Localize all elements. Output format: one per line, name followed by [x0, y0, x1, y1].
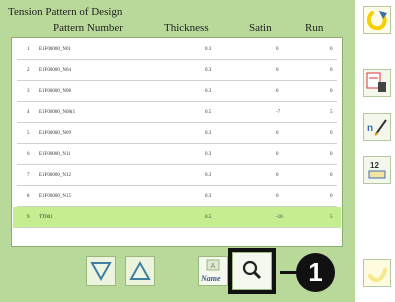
- scroll-down-button[interactable]: [86, 256, 116, 286]
- row-number: 8: [27, 194, 30, 199]
- column-header-thickness: Thickness: [164, 22, 209, 34]
- row-satin: 0: [276, 131, 279, 136]
- row-number: 4: [27, 110, 30, 115]
- row-number: 2: [27, 68, 30, 73]
- column-header-run: Run: [305, 22, 324, 34]
- size-icon: 12: [368, 161, 386, 179]
- row-thickness: 0.5: [205, 215, 212, 220]
- search-icon: [242, 260, 262, 280]
- scroll-up-button[interactable]: [125, 256, 155, 286]
- table-row[interactable]: 5 E1F00000_N09 0.3 0 0: [13, 123, 341, 144]
- table-row[interactable]: 7 E1F00000_N12 0.3 0 0: [13, 165, 341, 186]
- return-icon: [366, 11, 387, 31]
- search-button[interactable]: [232, 252, 272, 290]
- row-pattern-name: E1F00000_N08(1: [39, 110, 76, 115]
- row-divider: [17, 227, 337, 228]
- search-button-highlight[interactable]: [228, 248, 276, 294]
- row-number: 1: [27, 47, 30, 52]
- row-satin: -10: [276, 215, 283, 220]
- confirm-icon: [368, 268, 387, 282]
- callout-number: 1: [296, 253, 335, 292]
- table-row[interactable]: 2 E1F00000_N04 0.3 0 0: [13, 60, 341, 81]
- row-run: 0: [330, 173, 333, 178]
- svg-text:n: n: [367, 123, 373, 134]
- edit-button[interactable]: n: [363, 113, 391, 141]
- row-run: 0: [330, 68, 333, 73]
- row-pattern-name: E1F00000_N09: [39, 131, 71, 136]
- row-thickness: 0.5: [205, 110, 212, 115]
- row-number: 7: [27, 173, 30, 178]
- screen-title: Tension Pattern of Design: [8, 6, 123, 18]
- row-number: 6: [27, 152, 30, 157]
- table-row[interactable]: 6 E1F00000_N11 0.3 0 0: [13, 144, 341, 165]
- size-button[interactable]: 12: [363, 156, 391, 184]
- row-satin: -7: [276, 110, 281, 115]
- table-row[interactable]: 4 E1F00000_N08(1 0.5 -7 5: [13, 102, 341, 123]
- delete-icon: [366, 72, 386, 92]
- row-satin: 0: [276, 89, 279, 94]
- row-thickness: 0.3: [205, 173, 212, 178]
- svg-text:A: A: [211, 263, 216, 270]
- row-run: 0: [330, 194, 333, 199]
- row-pattern-name: E1F00000_N12: [39, 173, 71, 178]
- row-thickness: 0.3: [205, 68, 212, 73]
- name-button-label: Name: [201, 274, 221, 283]
- row-run: 0: [330, 47, 333, 52]
- row-thickness: 0.3: [205, 194, 212, 199]
- row-thickness: 0.3: [205, 89, 212, 94]
- confirm-button[interactable]: [363, 259, 391, 287]
- tension-pattern-screen: Tension Pattern of Design Pattern Number…: [0, 0, 355, 302]
- row-number: 3: [27, 89, 30, 94]
- row-run: 5: [330, 110, 333, 115]
- row-thickness: 0.3: [205, 47, 212, 52]
- row-number: 5: [27, 131, 30, 136]
- row-pattern-name: E1F00000_N15: [39, 194, 71, 199]
- table-row[interactable]: 8 E1F00000_N15 0.3 0 0: [13, 186, 341, 207]
- delete-button[interactable]: [363, 69, 391, 97]
- row-pattern-name: E1F00000_N04: [39, 68, 71, 73]
- table-row[interactable]: 9 TT001 0.5 -10 5: [13, 207, 341, 228]
- row-satin: 0: [276, 68, 279, 73]
- table-row[interactable]: 3 E1F00000_N08 0.3 0 0: [13, 81, 341, 102]
- pattern-list[interactable]: 1 E1F00000_N01 0.3 0 0 2 E1F00000_N04 0.3 0 0 3 E1F…: [11, 37, 343, 247]
- row-satin: 0: [276, 47, 279, 52]
- row-run: 0: [330, 131, 333, 136]
- name-button[interactable]: A Name: [198, 256, 228, 286]
- row-pattern-name: E1F00000_N01: [39, 47, 71, 52]
- row-pattern-name: TT001: [39, 215, 53, 220]
- row-pattern-name: E1F00000_N11: [39, 152, 71, 157]
- scroll-down-icon: [90, 262, 112, 282]
- column-header-pattern-number: Pattern Number: [53, 22, 123, 34]
- column-header-satin: Satin: [249, 22, 272, 34]
- row-satin: 0: [276, 194, 279, 199]
- row-number: 9: [27, 215, 30, 220]
- svg-text:12: 12: [370, 161, 379, 170]
- row-satin: 0: [276, 173, 279, 178]
- scroll-up-icon: [129, 260, 151, 280]
- row-pattern-name: E1F00000_N08: [39, 89, 71, 94]
- return-button[interactable]: [363, 6, 391, 34]
- row-thickness: 0.3: [205, 131, 212, 136]
- row-run: 5: [330, 215, 333, 220]
- table-row[interactable]: 1 E1F00000_N01 0.3 0 0: [13, 39, 341, 60]
- row-run: 0: [330, 89, 333, 94]
- row-run: 0: [330, 152, 333, 157]
- row-satin: 0: [276, 152, 279, 157]
- row-thickness: 0.3: [205, 152, 212, 157]
- edit-icon: n: [367, 119, 387, 136]
